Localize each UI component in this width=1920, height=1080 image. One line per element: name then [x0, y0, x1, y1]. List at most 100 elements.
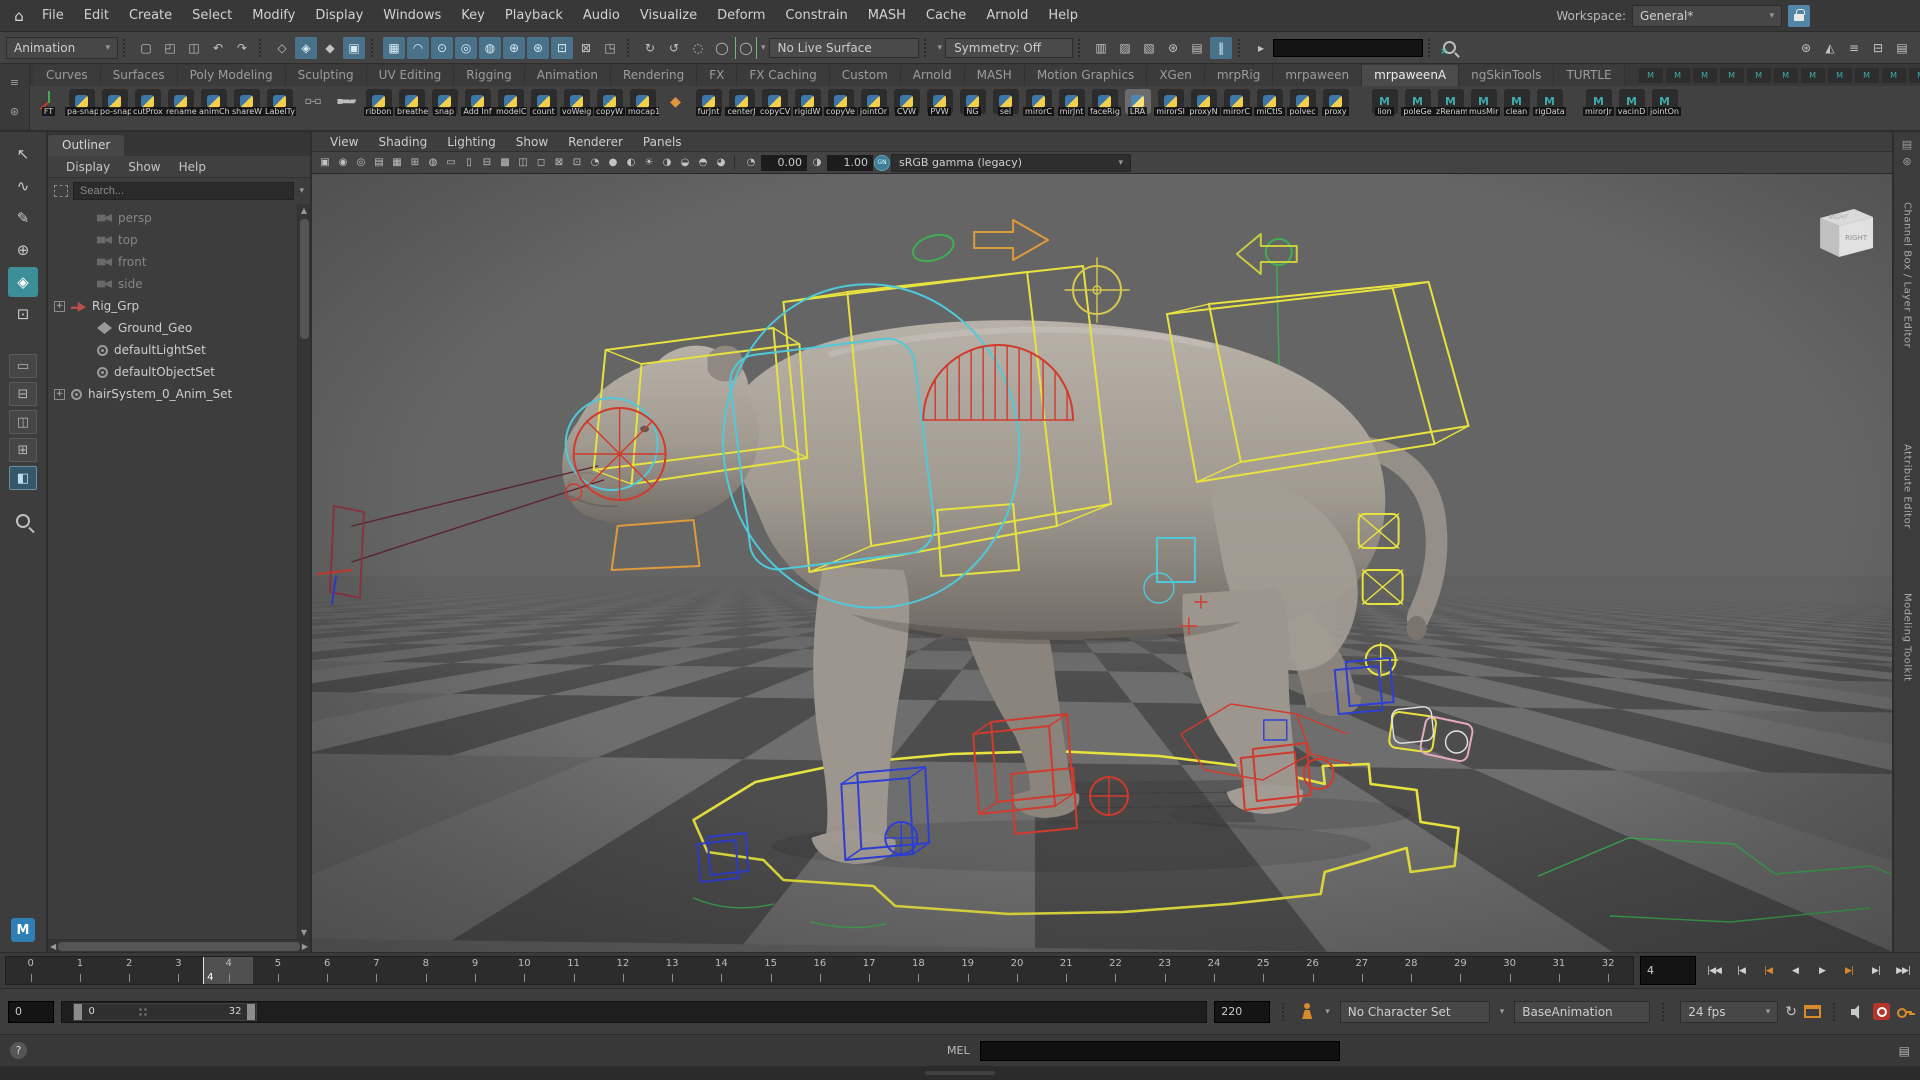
gamma-icon[interactable]: ◑ [808, 154, 826, 172]
lasso-tool[interactable]: ∿ [8, 171, 38, 201]
shelf-tab[interactable]: mrpRig [1205, 65, 1274, 86]
auto-keyframe-toggle[interactable] [1873, 1003, 1890, 1020]
outliner-row[interactable]: + side [48, 273, 297, 295]
frame-cell[interactable]: 27 [1337, 957, 1386, 984]
frame-cell[interactable]: 32 [1584, 957, 1633, 984]
gamma-field[interactable]: 1.00 [827, 155, 873, 171]
snap-point-icon[interactable]: ⊙ [431, 37, 453, 59]
new-scene-icon[interactable]: ▢ [135, 37, 157, 59]
shelf-button[interactable]: NG [956, 88, 989, 130]
shelf-overflow-icon[interactable] [1882, 68, 1906, 83]
textured-icon[interactable]: ◐ [622, 154, 640, 172]
open-scene-icon[interactable]: ◰ [159, 37, 181, 59]
toolbar-grip[interactable] [371, 39, 377, 57]
shelf-tab[interactable]: MASH [965, 65, 1025, 86]
outliner-row[interactable]: + persp [48, 207, 297, 229]
select-hierarchy-icon[interactable]: ◇ [271, 37, 293, 59]
shelf-tab[interactable]: XGen [1147, 65, 1205, 86]
menu-item[interactable]: Help [1038, 4, 1088, 27]
toolbar-grip[interactable] [627, 39, 633, 57]
frame-cell[interactable]: 3 [154, 957, 203, 984]
layout-side-by-side[interactable]: ◫ [9, 410, 37, 434]
shelf-tab[interactable]: ngSkinTools [1459, 65, 1554, 86]
view-cube[interactable]: RIGHT RIGHT [1820, 209, 1873, 257]
menu-item[interactable]: Constrain [775, 4, 857, 27]
range-grip[interactable] [138, 1007, 148, 1017]
shelf-tab[interactable]: Rigging [454, 65, 524, 86]
snap-grid-icon[interactable]: ▦ [383, 37, 405, 59]
range-start-handle[interactable] [74, 1004, 82, 1020]
open-render-view-icon[interactable]: ▥ [1090, 37, 1112, 59]
highlight-selection-icon[interactable]: ▣ [343, 37, 365, 59]
menu-set-select[interactable]: Animation ▾ [6, 37, 118, 59]
frame-cell[interactable]: 24 [1189, 957, 1238, 984]
select-object-icon[interactable]: ◈ [295, 37, 317, 59]
frame-cell[interactable]: 4 4 [203, 957, 253, 984]
frame-cell[interactable]: 21 [1042, 957, 1091, 984]
channel-box-toggle-icon[interactable]: ▤ [1891, 37, 1913, 59]
menu-item[interactable]: Create [119, 4, 182, 27]
exposure-icon[interactable]: ◔ [742, 154, 760, 172]
outliner-title-tab[interactable]: Outliner [48, 135, 124, 156]
select-tool[interactable]: ↖ [8, 139, 38, 169]
shelf-tab[interactable]: Curves [34, 65, 101, 86]
help-icon[interactable]: ? [10, 1042, 27, 1059]
humanik-toggle-icon[interactable]: ◭ [1819, 37, 1841, 59]
shelf-gear-icon[interactable]: ⊛ [10, 105, 19, 118]
resolution-gate-icon[interactable]: ▯ [460, 154, 478, 172]
layout-outliner-persp[interactable]: ◧ [9, 466, 37, 490]
shelf-button[interactable]: rigData [1533, 88, 1566, 130]
set-key-icon[interactable] [1897, 1004, 1912, 1019]
shelf-menu-icon[interactable]: ≡ [10, 76, 19, 89]
render-settings-icon[interactable]: ⊛ [1162, 37, 1184, 59]
shelf-button[interactable]: copyCV [758, 88, 791, 130]
shelf-overflow-icon[interactable] [1720, 68, 1744, 83]
input-connections-icon[interactable]: ↻ [639, 37, 661, 59]
shelf-button[interactable]: breathe [395, 88, 428, 130]
frame-cell[interactable]: 22 [1091, 957, 1140, 984]
frame-cell[interactable]: 29 [1436, 957, 1485, 984]
menu-item[interactable]: Windows [373, 4, 451, 27]
frame-cell[interactable]: 8 [401, 957, 450, 984]
workspace-select[interactable]: General* ▾ [1632, 5, 1782, 27]
shelf-tab[interactable]: mrpaweenA [1362, 65, 1459, 86]
shelf-button[interactable]: ribbon [362, 88, 395, 130]
viewport-3d-scene[interactable]: RIGHT RIGHT [312, 174, 1892, 952]
screen-space-ao-icon[interactable]: ◒ [676, 154, 694, 172]
shelf-button[interactable]: cutProx [131, 88, 164, 130]
sidebar-vertical-tab[interactable]: Modeling Toolkit [1902, 593, 1913, 682]
image-plane-icon[interactable]: ▦ [388, 154, 406, 172]
layout-four-pane[interactable]: ⊞ [9, 438, 37, 462]
chevron-down-icon[interactable]: ▾ [938, 43, 943, 53]
menu-item[interactable]: Playback [495, 4, 573, 27]
film-gate-icon[interactable]: ▭ [442, 154, 460, 172]
shelf-overflow-icon[interactable] [1774, 68, 1798, 83]
frame-cell[interactable]: 15 [746, 957, 795, 984]
menu-item[interactable]: Cache [916, 4, 976, 27]
frame-cell[interactable]: 10 [500, 957, 549, 984]
frame-cell[interactable]: 19 [943, 957, 992, 984]
shelf-button[interactable]: voWeig [560, 88, 593, 130]
mel-command-input[interactable] [980, 1041, 1340, 1061]
shelf-overflow-icon[interactable] [1828, 68, 1852, 83]
expand-toggle-icon[interactable]: + [54, 301, 65, 312]
outliner-filter-icon[interactable] [54, 185, 68, 197]
shelf-button[interactable]: pa-snap [65, 88, 98, 130]
snap-view-plane-icon[interactable]: ◍ [479, 37, 501, 59]
lock-selection-icon[interactable]: ⊠ [575, 37, 597, 59]
ipr-render-icon[interactable]: ▧ [1138, 37, 1160, 59]
expand-toggle-icon[interactable]: + [54, 389, 65, 400]
shelf-tab[interactable]: UV Editing [367, 65, 455, 86]
frame-cell[interactable]: 20 [992, 957, 1041, 984]
snap-center-icon[interactable]: ⊛ [527, 37, 549, 59]
lock-camera-icon[interactable]: ◉ [334, 154, 352, 172]
shelf-button[interactable]: polvec [1286, 88, 1319, 130]
animation-end-field[interactable]: 220 [1214, 1001, 1270, 1023]
outliner-row[interactable]: + hairSystem_0_Anim_Set [48, 383, 297, 405]
frame-cell[interactable]: 16 [795, 957, 844, 984]
frame-cell[interactable]: 13 [647, 957, 696, 984]
go-to-end-button[interactable]: ▶▶| [1891, 956, 1915, 985]
shelf-button[interactable]: po-snap [98, 88, 131, 130]
shelf-button[interactable]: animCh [197, 88, 230, 130]
outliner-row[interactable]: + Ground_Geo [48, 317, 297, 339]
